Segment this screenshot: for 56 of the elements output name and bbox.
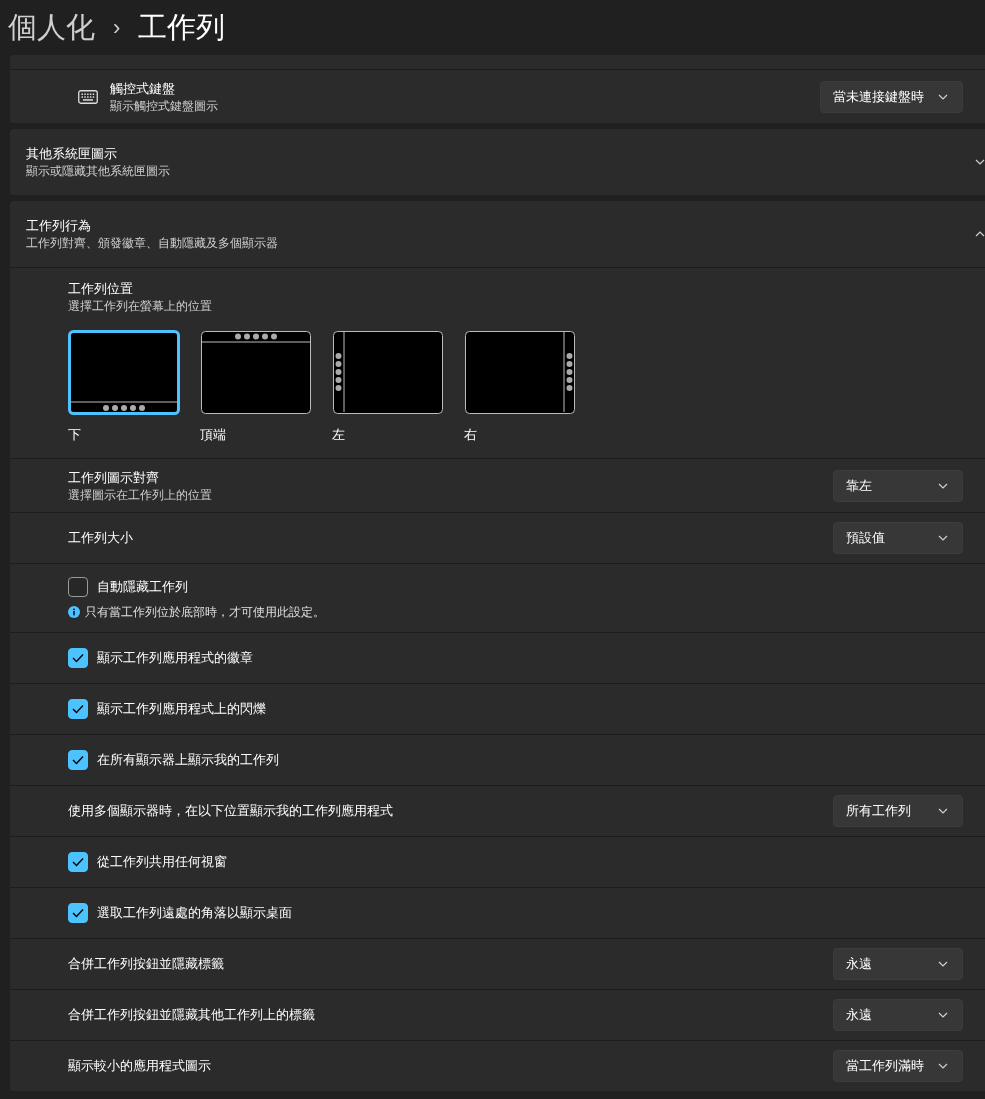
checkbox-label: 選取工作列遠處的角落以顯示桌面 <box>97 904 292 922</box>
keyboard-icon <box>78 89 98 104</box>
info-icon <box>68 606 80 618</box>
checkbox[interactable] <box>68 750 88 770</box>
checkmark-icon <box>72 755 84 765</box>
setting-title: 合併工作列按鈕並隱藏標籤 <box>68 955 225 973</box>
dropdown[interactable]: 當工作列滿時 <box>833 1050 963 1082</box>
dropdown[interactable]: 所有工作列 <box>833 795 963 827</box>
checkbox[interactable] <box>68 903 88 923</box>
checkbox-label: 自動隱藏工作列 <box>97 577 188 596</box>
dropdown[interactable]: 永遠 <box>833 999 963 1031</box>
setting-description: 選擇工作列在螢幕上的位置 <box>68 299 212 314</box>
dropdown[interactable]: 當未連接鍵盤時 <box>820 80 963 113</box>
section-title[interactable]: 其他系統匣圖示 <box>26 145 975 163</box>
chevron-down-icon <box>938 1063 948 1069</box>
checkbox[interactable] <box>68 648 88 668</box>
checkbox-label: 在所有顯示器上顯示我的工作列 <box>97 751 279 769</box>
dropdown[interactable]: 預設值 <box>833 522 963 554</box>
chevron-down-icon <box>938 1012 948 1018</box>
checkbox-label: 顯示工作列應用程式的徽章 <box>97 649 253 667</box>
position-option[interactable]: 頂端 <box>200 330 312 444</box>
chevron-down-icon <box>938 93 948 100</box>
chevron-down-icon <box>938 535 948 541</box>
setting-description: 顯示觸控式鍵盤圖示 <box>110 98 219 114</box>
page-title: 工作列 <box>138 9 226 45</box>
checkbox[interactable] <box>68 699 88 719</box>
dropdown[interactable]: 靠左 <box>833 469 963 502</box>
chevron-down-icon <box>938 482 948 489</box>
position-option[interactable]: 左 <box>332 330 444 444</box>
position-option[interactable]: 下 <box>68 330 180 444</box>
breadcrumb-parent[interactable]: 個人化 <box>8 7 95 48</box>
section-description: 顯示或隱藏其他系統匣圖示 <box>26 164 171 179</box>
checkmark-icon <box>72 704 84 714</box>
chevron-down-icon <box>938 808 948 814</box>
setting-title: 工作列大小 <box>68 529 134 547</box>
setting-title: 工作列位置 <box>68 280 134 298</box>
chevron-down-icon <box>938 961 948 967</box>
setting-title: 顯示較小的應用程式圖示 <box>68 1057 212 1075</box>
setting-description: 選擇圖示在工作列上的位置 <box>68 487 213 503</box>
setting-title: 觸控式鍵盤 <box>110 79 176 98</box>
checkmark-icon <box>72 653 84 663</box>
setting-title: 使用多個顯示器時，在以下位置顯示我的工作列應用程式 <box>68 802 394 820</box>
checkbox-label: 從工作列共用任何視窗 <box>97 853 227 871</box>
position-option[interactable]: 右 <box>464 330 576 444</box>
setting-title: 合併工作列按鈕並隱藏其他工作列上的標籤 <box>68 1006 316 1024</box>
setting-title: 工作列圖示對齊 <box>68 468 160 487</box>
checkmark-icon <box>72 857 84 867</box>
checkbox[interactable] <box>68 852 88 872</box>
section-description: 工作列對齊、頒發徽章、自動隱藏及多個顯示器 <box>26 236 279 251</box>
checkbox-label: 顯示工作列應用程式上的閃爍 <box>97 700 266 718</box>
checkmark-icon <box>72 908 84 918</box>
breadcrumb-separator: › <box>113 14 121 41</box>
checkbox[interactable] <box>68 576 88 597</box>
section-title[interactable]: 工作列行為 <box>26 217 975 235</box>
info-note: 只有當工作列位於底部時，才可使用此設定。 <box>85 604 325 620</box>
dropdown[interactable]: 永遠 <box>833 948 963 980</box>
